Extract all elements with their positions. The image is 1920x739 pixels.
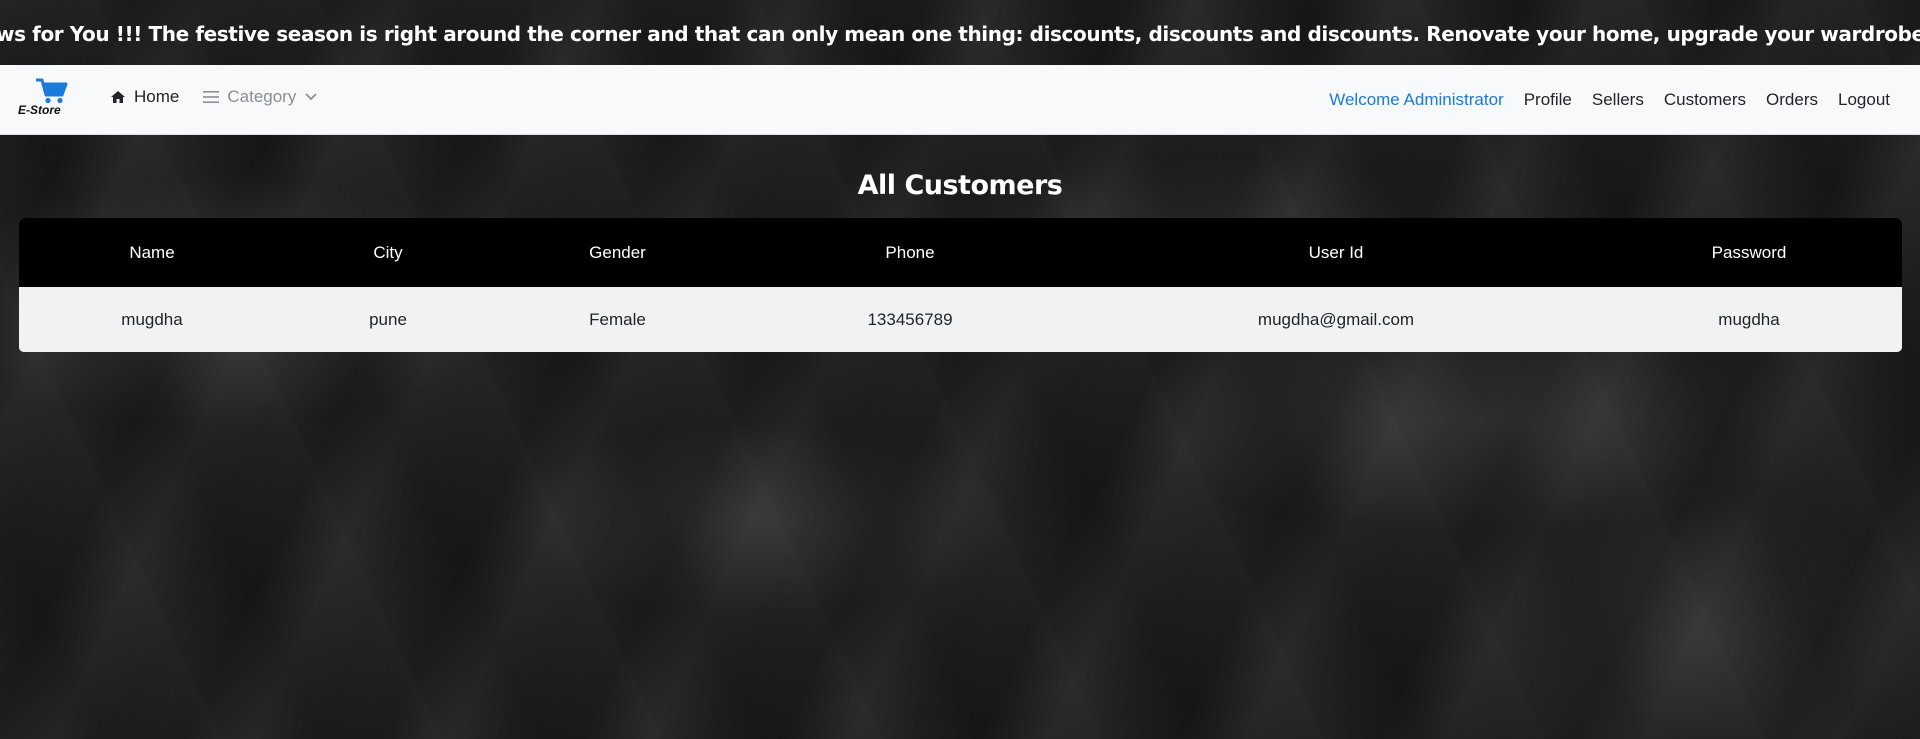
brand-logo[interactable]: E-Store — [18, 77, 68, 117]
nav-home[interactable]: Home — [110, 87, 179, 107]
nav-orders[interactable]: Orders — [1766, 90, 1818, 110]
navbar: E-Store Home Category Welcome Administra… — [0, 65, 1920, 135]
nav-profile[interactable]: Profile — [1524, 90, 1572, 110]
header-city: City — [373, 242, 403, 262]
table-header-row: Name City Gender Phone User Id Password — [19, 218, 1902, 287]
announcement-marquee: ws for You !!! The festive season is rig… — [0, 0, 1920, 65]
home-icon — [111, 91, 125, 103]
nav-category-label: Category — [227, 87, 297, 106]
customers-table: Name City Gender Phone User Id Password … — [19, 218, 1902, 352]
nav-category-dropdown[interactable]: Category — [203, 87, 318, 107]
cell-city: pune — [369, 309, 407, 329]
shopping-cart-icon — [36, 78, 68, 104]
page-title: All Customers — [857, 170, 1063, 201]
header-name: Name — [129, 242, 175, 262]
header-password: Password — [1711, 242, 1787, 262]
nav-home-label: Home — [134, 87, 180, 106]
cell-gender: Female — [589, 309, 646, 329]
welcome-text: Welcome Administrator — [1329, 90, 1504, 109]
nav-left: Home Category — [110, 87, 318, 107]
header-phone: Phone — [885, 242, 935, 262]
nav-logout[interactable]: Logout — [1838, 90, 1890, 110]
cell-user-id: mugdha@gmail.com — [1257, 309, 1415, 329]
table-row: mugdha pune Female 133456789 mugdha@gmai… — [19, 287, 1902, 352]
cell-name: mugdha — [121, 309, 183, 329]
cell-password: mugdha — [1718, 309, 1780, 329]
cell-phone: 133456789 — [867, 309, 953, 329]
customers-table-container: Name City Gender Phone User Id Password … — [19, 218, 1902, 352]
header-user-id: User Id — [1308, 242, 1364, 262]
nav-right: Welcome Administrator Profile Sellers Cu… — [1329, 90, 1890, 110]
brand-label: E-Store — [18, 103, 61, 117]
marquee-text: ws for You !!! The festive season is rig… — [0, 22, 1920, 46]
header-gender: Gender — [589, 242, 646, 262]
menu-icon — [203, 91, 220, 103]
chevron-down-icon — [305, 93, 317, 101]
nav-sellers[interactable]: Sellers — [1592, 90, 1644, 110]
nav-customers[interactable]: Customers — [1664, 90, 1746, 110]
